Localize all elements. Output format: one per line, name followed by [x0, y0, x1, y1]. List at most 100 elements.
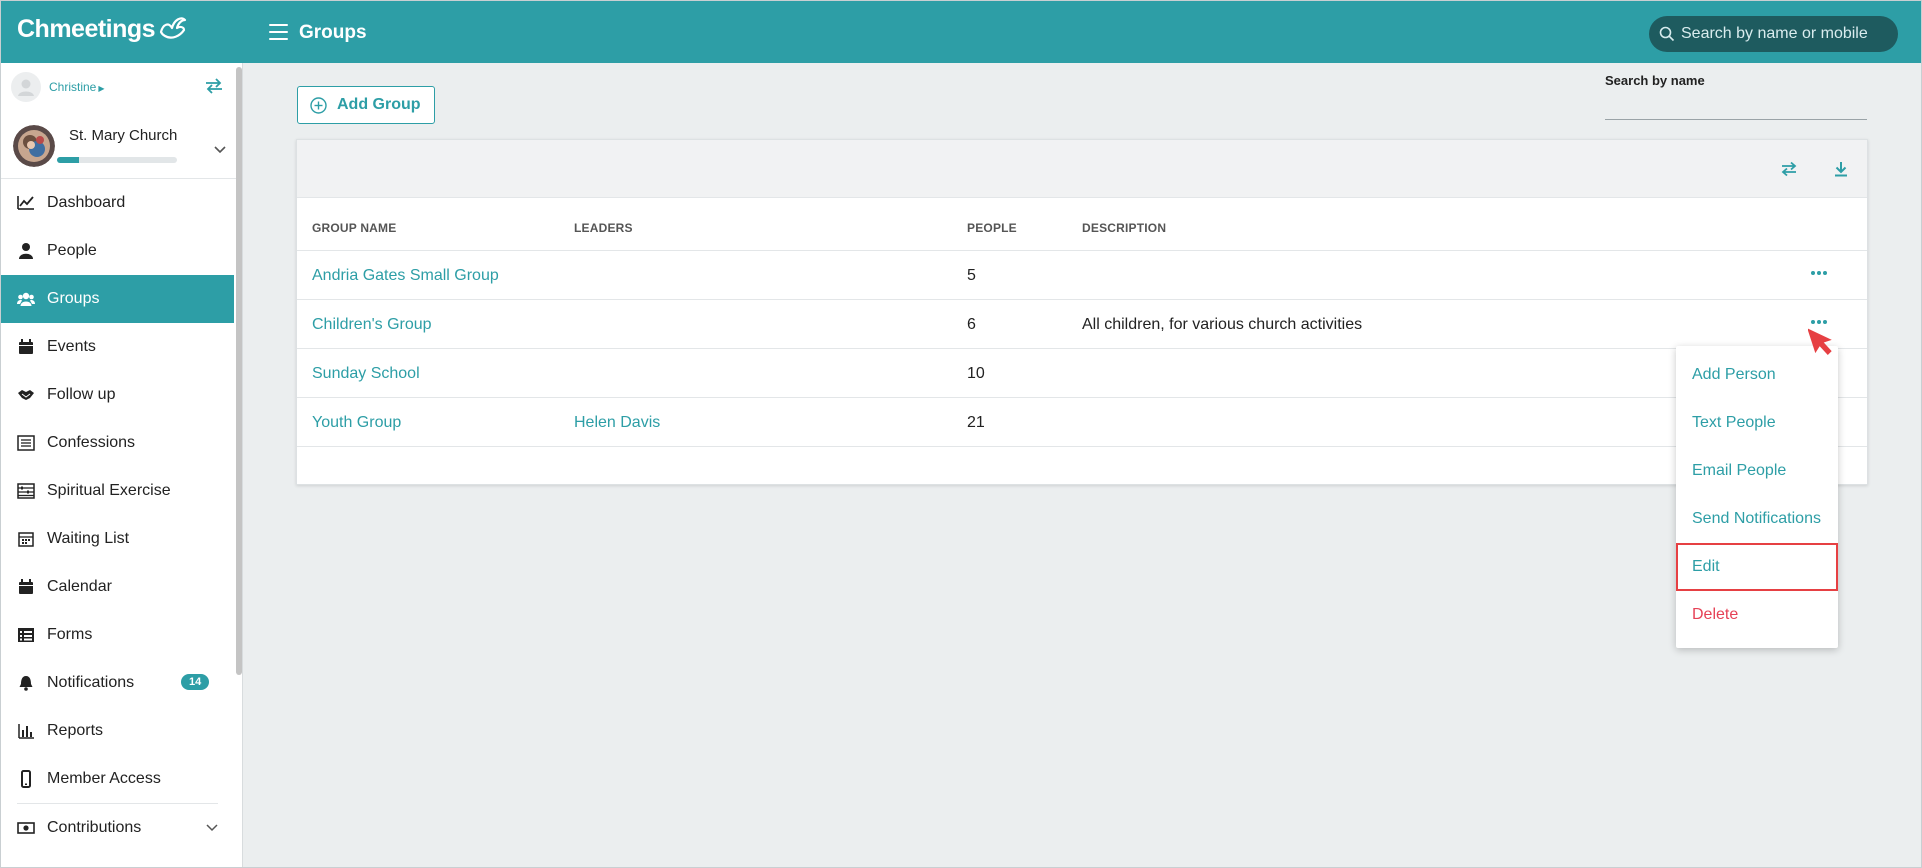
abacus-icon: [17, 482, 35, 500]
mobile-icon: [17, 770, 35, 788]
church-switcher[interactable]: St. Mary Church: [13, 123, 228, 173]
group-name-link[interactable]: Youth Group: [312, 414, 401, 432]
sidebar-item-label: Calendar: [47, 578, 112, 595]
sidebar-item-spiritual-exercise[interactable]: Spiritual Exercise: [1, 467, 234, 515]
sidebar-scrollbar[interactable]: [236, 67, 242, 675]
sidebar-item-label: Confessions: [47, 434, 136, 451]
table-row: Children's Group 6 All children, for var…: [297, 300, 1867, 349]
church-name: St. Mary Church: [69, 127, 178, 144]
sidebar-item-confessions[interactable]: Confessions: [1, 419, 234, 467]
menu-item-send-notifications[interactable]: Send Notifications: [1676, 495, 1838, 543]
search-by-name-input[interactable]: [1605, 96, 1867, 120]
menu-toggle-icon[interactable]: [269, 24, 288, 40]
form-list-icon: [17, 626, 35, 644]
column-header-people[interactable]: PEOPLE: [967, 221, 1017, 235]
sidebar-item-label: Waiting List: [47, 530, 130, 547]
group-name-link[interactable]: Andria Gates Small Group: [312, 267, 499, 285]
sidebar-item-groups[interactable]: Groups: [1, 275, 234, 323]
sidebar-item-notifications[interactable]: Notifications 14: [1, 659, 234, 707]
sidebar-item-reports[interactable]: Reports: [1, 707, 234, 755]
user-name-label[interactable]: Christine ▶: [49, 80, 105, 94]
user-switcher[interactable]: Christine ▶: [11, 72, 226, 102]
menu-item-delete[interactable]: Delete: [1676, 591, 1838, 639]
calendar-grid-icon: [17, 530, 35, 548]
chevron-down-icon[interactable]: [206, 824, 218, 832]
sidebar-item-label: Notifications: [47, 674, 135, 691]
global-search[interactable]: [1649, 16, 1898, 52]
sidebar-item-events[interactable]: Events: [1, 323, 234, 371]
sidebar-item-label: Follow up: [47, 386, 116, 403]
table-row: Youth Group Helen Davis 21: [297, 398, 1867, 447]
person-icon: [17, 242, 35, 260]
church-avatar: [13, 125, 55, 167]
download-icon[interactable]: [1832, 160, 1850, 178]
search-icon: [1659, 26, 1675, 42]
table-row: Sunday School 10: [297, 349, 1867, 398]
user-avatar: [11, 72, 41, 102]
table-toolbar: [297, 140, 1867, 198]
row-actions-menu: Add Person Text People Email People Send…: [1676, 346, 1838, 648]
menu-item-email-people[interactable]: Email People: [1676, 447, 1838, 495]
sidebar: Christine ▶ St. Mary Church Dashboard Pe…: [1, 63, 243, 867]
sidebar-item-label: Contributions: [47, 819, 142, 836]
sidebar-item-forms[interactable]: Forms: [1, 611, 234, 659]
people-count: 5: [967, 267, 976, 284]
sidebar-item-label: Groups: [47, 290, 100, 307]
global-search-input[interactable]: [1681, 25, 1881, 43]
sidebar-item-label: Dashboard: [47, 194, 126, 211]
sidebar-item-waiting-list[interactable]: Waiting List: [1, 515, 234, 563]
group-name-link[interactable]: Sunday School: [312, 365, 420, 383]
chart-line-icon: [17, 194, 35, 212]
sidebar-item-contributions[interactable]: Contributions: [1, 804, 234, 852]
sidebar-item-label: Forms: [47, 626, 93, 643]
sidebar-item-calendar[interactable]: Calendar: [1, 563, 234, 611]
bell-icon: [17, 674, 35, 692]
calendar-icon: [17, 578, 35, 596]
sidebar-item-label: Reports: [47, 722, 104, 739]
swap-arrows-icon[interactable]: [1780, 160, 1798, 178]
sidebar-item-member-access[interactable]: Member Access: [1, 755, 234, 803]
sidebar-item-label: Spiritual Exercise: [47, 482, 171, 499]
calendar-icon: [17, 338, 35, 356]
plus-circle-icon: [310, 96, 327, 114]
search-by-name-label: Search by name: [1605, 73, 1705, 88]
sidebar-item-dashboard[interactable]: Dashboard: [1, 179, 234, 227]
groups-table-card: GROUP NAME LEADERS PEOPLE DESCRIPTION An…: [296, 139, 1868, 485]
sidebar-item-follow-up[interactable]: Follow up: [1, 371, 234, 419]
sidebar-item-users-roles[interactable]: Users & Roles: [1, 852, 234, 867]
leader-link[interactable]: Helen Davis: [574, 414, 660, 432]
column-header-leaders[interactable]: LEADERS: [574, 221, 633, 235]
menu-item-text-people[interactable]: Text People: [1676, 399, 1838, 447]
person-icon: [18, 79, 34, 96]
people-count: 6: [967, 316, 976, 333]
logo-bird-icon: [159, 17, 187, 39]
logo[interactable]: Chmeetings: [17, 14, 187, 44]
money-icon: [17, 819, 35, 837]
menu-item-edit[interactable]: Edit: [1676, 543, 1838, 591]
sidebar-item-label: Events: [47, 338, 96, 355]
handshake-icon: [17, 386, 35, 404]
table-row: Andria Gates Small Group 5: [297, 251, 1867, 300]
more-options-icon[interactable]: [1810, 267, 1828, 279]
switch-arrows-icon[interactable]: [204, 77, 224, 95]
chevron-down-icon[interactable]: [213, 145, 227, 155]
column-header-description[interactable]: DESCRIPTION: [1082, 221, 1166, 235]
table-header: GROUP NAME LEADERS PEOPLE DESCRIPTION: [297, 198, 1867, 251]
users-icon: [17, 290, 35, 308]
logo-text: Chmeetings: [17, 14, 156, 43]
mouse-pointer-icon: [1808, 328, 1832, 356]
group-description: All children, for various church activit…: [1082, 316, 1363, 333]
list-icon: [17, 434, 35, 452]
page-title: Groups: [299, 22, 367, 43]
sidebar-item-label: People: [47, 242, 97, 259]
bar-chart-icon: [17, 722, 35, 740]
add-group-button[interactable]: Add Group: [297, 86, 435, 124]
church-progress-bar: [57, 157, 177, 163]
sidebar-item-people[interactable]: People: [1, 227, 234, 275]
top-bar: Chmeetings Groups: [1, 1, 1921, 63]
app-window: Chmeetings Groups Christine▶: [0, 0, 1922, 868]
group-name-link[interactable]: Children's Group: [312, 316, 432, 334]
sidebar-nav: Dashboard People Groups Events Follow up Conf…: [1, 179, 234, 867]
people-count: 21: [967, 414, 985, 431]
column-header-group-name[interactable]: GROUP NAME: [312, 221, 396, 235]
